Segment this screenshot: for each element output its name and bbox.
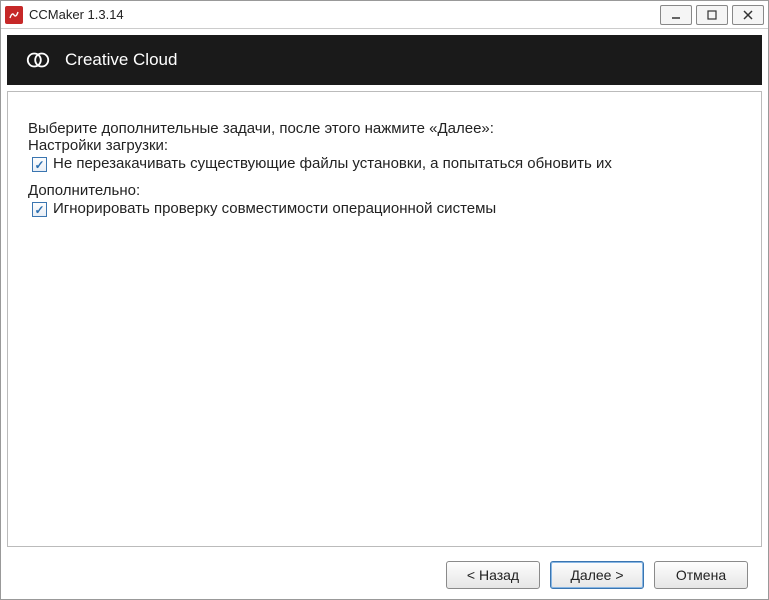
next-button[interactable]: Далее >: [550, 561, 644, 589]
titlebar: CCMaker 1.3.14: [1, 1, 768, 29]
footer-buttons: < Назад Далее > Отмена: [7, 553, 762, 597]
window-title: CCMaker 1.3.14: [29, 7, 660, 22]
cancel-button[interactable]: Отмена: [654, 561, 748, 589]
installer-window: CCMaker 1.3.14 Creative Cloud Выберите д…: [0, 0, 769, 600]
banner: Creative Cloud: [7, 35, 762, 85]
app-icon: [5, 6, 23, 24]
window-controls: [660, 5, 764, 25]
close-icon: [742, 9, 754, 21]
checkbox-ignore-os-label[interactable]: Игнорировать проверку совместимости опер…: [53, 199, 496, 219]
maximize-icon: [706, 9, 718, 21]
minimize-button[interactable]: [660, 5, 692, 25]
content-heading: Выберите дополнительные задачи, после эт…: [28, 120, 741, 137]
close-button[interactable]: [732, 5, 764, 25]
checkbox-row-ignore-os: ✓ Игнорировать проверку совместимости оп…: [28, 199, 741, 219]
checkmark-icon: ✓: [34, 159, 44, 171]
checkbox-row-reuse: ✓ Не перезакачивать существующие файлы у…: [28, 154, 741, 174]
maximize-button[interactable]: [696, 5, 728, 25]
back-button[interactable]: < Назад: [446, 561, 540, 589]
checkmark-icon: ✓: [34, 204, 44, 216]
creative-cloud-icon: [25, 47, 51, 73]
content-panel: Выберите дополнительные задачи, после эт…: [7, 91, 762, 547]
checkbox-ignore-os[interactable]: ✓: [32, 202, 47, 217]
section-extra-label: Дополнительно:: [28, 182, 741, 199]
section-download-label: Настройки загрузки:: [28, 137, 741, 154]
minimize-icon: [670, 9, 682, 21]
banner-title: Creative Cloud: [65, 50, 177, 70]
checkbox-reuse-label[interactable]: Не перезакачивать существующие файлы уст…: [53, 154, 612, 174]
checkbox-reuse-files[interactable]: ✓: [32, 157, 47, 172]
